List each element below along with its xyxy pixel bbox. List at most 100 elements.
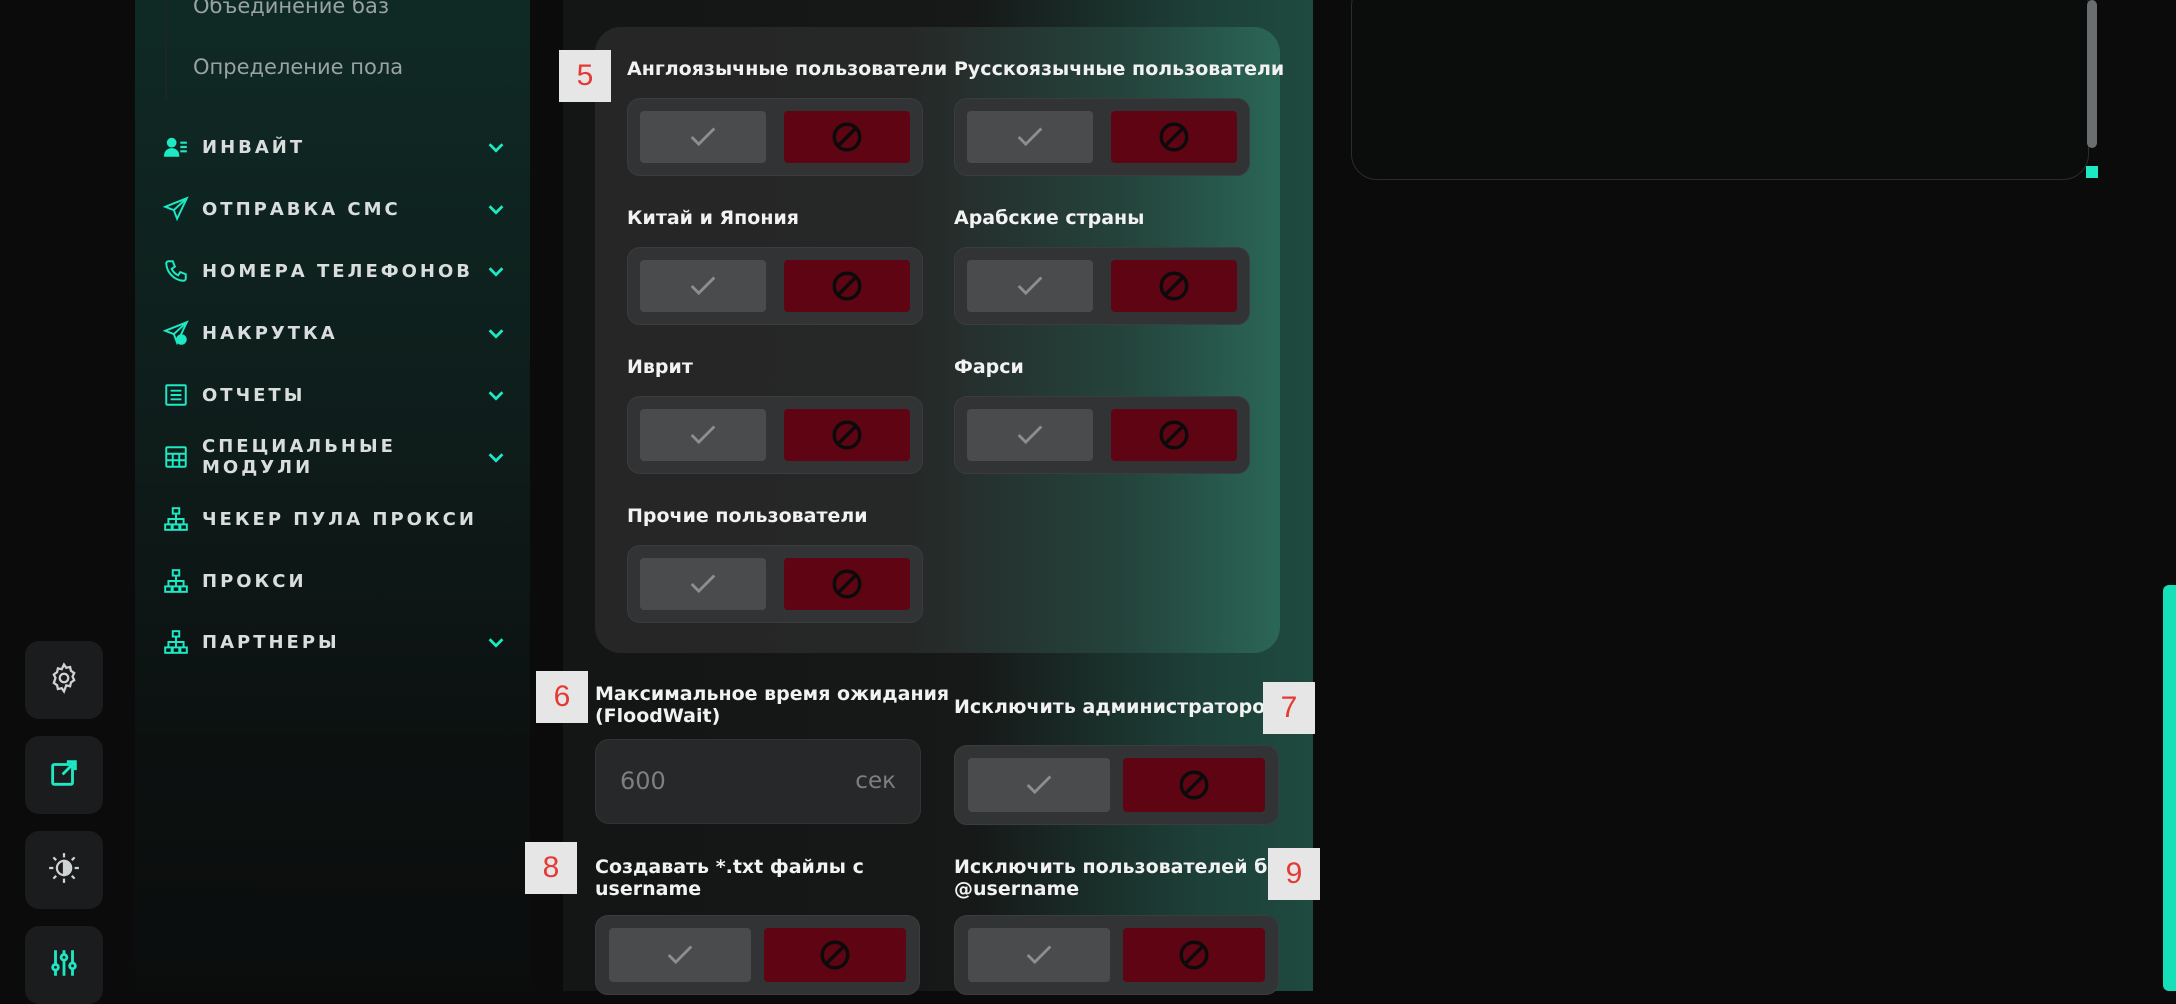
toggle-english: [627, 98, 923, 176]
allow-button[interactable]: [967, 409, 1093, 461]
lang-label-russian: Русскоязычные пользователи: [954, 58, 1285, 80]
sidebar-item-label: НАКРУТКА: [202, 322, 338, 344]
sidebar-item-special-modules[interactable]: СПЕЦИАЛЬНЫЕ МОДУЛИ: [162, 436, 507, 478]
block-icon: [1179, 940, 1209, 970]
check-icon: [1017, 425, 1043, 445]
allow-button[interactable]: [609, 928, 751, 982]
allow-button[interactable]: [968, 928, 1110, 982]
block-icon: [820, 940, 850, 970]
block-icon: [832, 569, 862, 599]
sidebar-item-proxy[interactable]: ПРОКСИ: [162, 561, 507, 601]
toggle-hebrew: [627, 396, 923, 474]
sidebar-item-label: СПЕЦИАЛЬНЫЕ МОДУЛИ: [202, 436, 396, 478]
annotation-badge: 9: [1268, 848, 1320, 900]
check-icon: [690, 425, 716, 445]
report-icon: [162, 381, 190, 409]
filters-button[interactable]: [25, 926, 103, 1004]
send-plus-icon: [162, 319, 190, 347]
deny-button[interactable]: [764, 928, 906, 982]
settings-button[interactable]: [25, 641, 103, 719]
sidebar-item-label: ЧЕКЕР ПУЛА ПРОКСИ: [202, 508, 477, 530]
lang-label-other: Прочие пользователи: [627, 505, 868, 527]
sidebar-item-partners[interactable]: ПАРТНЕРЫ: [162, 622, 507, 662]
chevron-down-icon: [488, 143, 504, 153]
annotation-badge: 6: [536, 671, 588, 723]
sidebar-item-reports[interactable]: ОТЧЕТЫ: [162, 375, 507, 415]
chevron-down-icon: [488, 638, 504, 648]
sidebar-item-invite[interactable]: ИНВАЙТ: [162, 127, 507, 167]
floodwait-label-line2: (FloodWait): [595, 705, 721, 727]
lang-label-english: Англоязычные пользователи: [627, 58, 948, 80]
user-list-icon: [162, 133, 190, 161]
exclude-admins-label: Исключить администраторов: [954, 696, 1278, 718]
block-icon: [832, 271, 862, 301]
sidebar-item-proxy-checker[interactable]: ЧЕКЕР ПУЛА ПРОКСИ: [162, 499, 507, 539]
sidebar-item-sms[interactable]: ОТПРАВКА СМС: [162, 189, 507, 229]
gear-icon: [47, 661, 81, 699]
chevron-down-icon: [488, 391, 504, 401]
toggle-russian: [954, 98, 1250, 176]
send-icon: [162, 195, 190, 223]
output-textarea[interactable]: [1351, 0, 2089, 180]
deny-button[interactable]: [784, 409, 910, 461]
table-icon: [162, 443, 190, 471]
network-icon: [162, 567, 190, 595]
submenu-item-merge-bases[interactable]: Объединение баз: [193, 0, 389, 18]
floodwait-unit: сек: [855, 768, 896, 794]
deny-button[interactable]: [784, 260, 910, 312]
open-external-button[interactable]: [25, 736, 103, 814]
create-txt-label-line1: Создавать *.txt файлы с: [595, 856, 864, 878]
block-icon: [1159, 271, 1189, 301]
annotation-badge: 7: [1263, 682, 1315, 734]
check-icon: [1026, 945, 1052, 965]
network-icon: [162, 628, 190, 656]
floodwait-input[interactable]: 600 сек: [595, 739, 921, 824]
check-icon: [1026, 775, 1052, 795]
deny-button[interactable]: [1123, 758, 1265, 812]
allow-button[interactable]: [640, 409, 766, 461]
allow-button[interactable]: [640, 558, 766, 610]
create-txt-label-line2: username: [595, 878, 702, 900]
toggle-arab: [954, 247, 1250, 325]
deny-button[interactable]: [1123, 928, 1265, 982]
lang-label-hebrew: Иврит: [627, 356, 693, 378]
floodwait-label-line1: Максимальное время ожидания: [595, 683, 950, 705]
check-icon: [690, 574, 716, 594]
deny-button[interactable]: [1111, 260, 1237, 312]
sidebar-item-label: ИНВАЙТ: [202, 136, 306, 158]
create-txt-label: Создавать *.txt файлы с username: [595, 856, 864, 900]
deny-button[interactable]: [784, 558, 910, 610]
sidebar-item-label: ПАРТНЕРЫ: [202, 631, 340, 653]
annotation-badge: 8: [525, 842, 577, 894]
theme-toggle-button[interactable]: [25, 831, 103, 909]
sidebar-item-phones[interactable]: НОМЕРА ТЕЛЕФОНОВ: [162, 251, 507, 291]
check-icon: [1017, 276, 1043, 296]
deny-button[interactable]: [1111, 111, 1237, 163]
page-scrollbar[interactable]: [2163, 585, 2176, 991]
allow-button[interactable]: [968, 758, 1110, 812]
deny-button[interactable]: [1111, 409, 1237, 461]
phone-icon: [162, 257, 190, 285]
toggle-exclude-no-username: [954, 915, 1279, 995]
textarea-scrollbar[interactable]: [2087, 0, 2097, 148]
block-icon: [1179, 770, 1209, 800]
chevron-down-icon: [488, 453, 504, 463]
exclude-no-username-line2: @username: [954, 878, 1080, 900]
allow-button[interactable]: [640, 111, 766, 163]
chevron-down-icon: [488, 329, 504, 339]
annotation-badge: 5: [559, 50, 611, 102]
resize-handle[interactable]: [2086, 166, 2098, 178]
sidebar-item-label: ОТПРАВКА СМС: [202, 198, 401, 220]
deny-button[interactable]: [784, 111, 910, 163]
allow-button[interactable]: [967, 111, 1093, 163]
allow-button[interactable]: [967, 260, 1093, 312]
lang-label-farsi: Фарси: [954, 356, 1024, 378]
chevron-down-icon: [488, 205, 504, 215]
submenu-item-gender-detect[interactable]: Определение пола: [193, 55, 403, 79]
sidebar-item-boost[interactable]: НАКРУТКА: [162, 313, 507, 353]
exclude-no-username-label: Исключить пользователей без @username: [954, 856, 1291, 900]
sidebar-item-label: ПРОКСИ: [202, 570, 307, 592]
allow-button[interactable]: [640, 260, 766, 312]
block-icon: [1159, 122, 1189, 152]
external-link-icon: [47, 756, 81, 794]
